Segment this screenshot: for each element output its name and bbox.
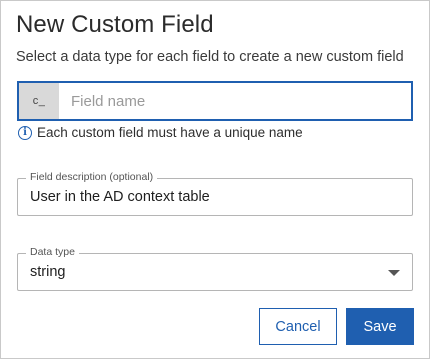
cancel-button[interactable]: Cancel (259, 308, 337, 345)
info-icon: i (18, 125, 32, 140)
field-name-hint: i Each custom field must have a unique n… (18, 125, 303, 140)
field-description-label: Field description (optional) (26, 171, 158, 183)
field-name-prefix: c_ (19, 83, 59, 119)
field-name-input[interactable] (59, 83, 411, 119)
field-description-value: User in the AD context table (30, 189, 210, 205)
save-button[interactable]: Save (346, 308, 414, 345)
field-name-row: c_ (17, 81, 413, 121)
data-type-select[interactable]: Data type string (17, 246, 413, 291)
data-type-label: Data type (26, 246, 79, 258)
field-description-input[interactable]: Field description (optional) User in the… (17, 171, 413, 216)
field-name-hint-text: Each custom field must have a unique nam… (37, 125, 303, 140)
new-custom-field-dialog: New Custom Field Select a data type for … (0, 0, 430, 359)
dialog-subtitle: Select a data type for each field to cre… (16, 49, 404, 65)
chevron-down-icon[interactable] (388, 270, 400, 276)
data-type-value: string (30, 264, 66, 280)
dialog-title: New Custom Field (16, 11, 214, 38)
